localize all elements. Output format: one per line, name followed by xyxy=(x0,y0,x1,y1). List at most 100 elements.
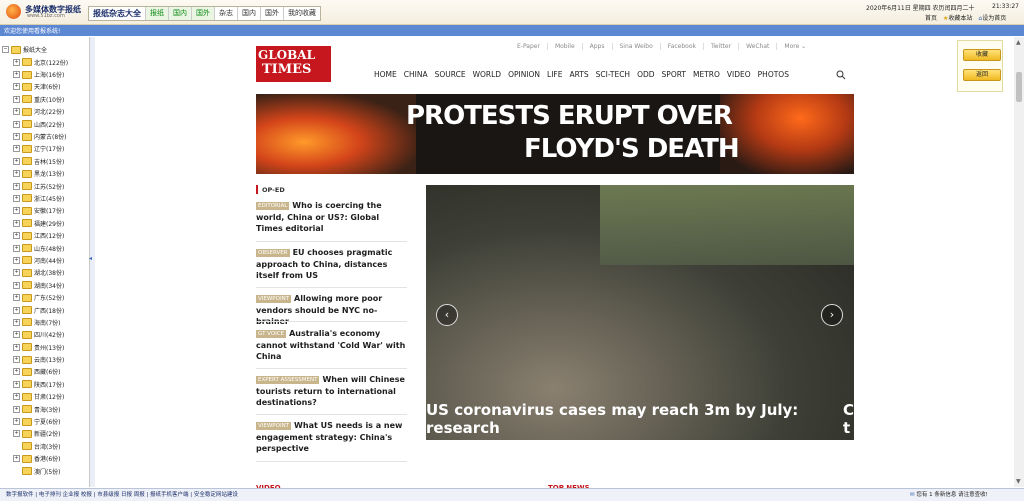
sidebar-item[interactable]: + 辽宁(17份) xyxy=(13,143,68,155)
sidebar-item[interactable]: + 西藏(6份) xyxy=(13,366,68,378)
oped-article[interactable]: EXPERT ASSESSMENT When will Chinese touri… xyxy=(256,374,407,409)
expand-icon[interactable]: + xyxy=(13,108,20,116)
sidebar-item[interactable]: + 甘肃(12份) xyxy=(13,391,68,403)
sidebar-item[interactable]: + 内蒙古(8份) xyxy=(13,130,68,142)
message-notice[interactable]: ✉ 您有 1 条新信息 请注意查收! xyxy=(910,490,988,498)
facebook-link[interactable]: Facebook xyxy=(661,43,704,50)
mobile-link[interactable]: Mobile xyxy=(548,43,583,50)
sidebar-item[interactable]: + 江西(12份) xyxy=(13,229,68,241)
sidebar-item[interactable]: + 湖南(34份) xyxy=(13,279,68,291)
sidebar-item[interactable]: + 河南(44份) xyxy=(13,254,68,266)
favorite-site-link[interactable]: ★收藏本站 xyxy=(943,13,972,22)
sidebar-item[interactable]: + 重庆(10份) xyxy=(13,93,68,105)
expand-icon[interactable]: + xyxy=(13,405,20,413)
expand-icon[interactable]: + xyxy=(13,120,20,128)
nav-metro[interactable]: METRO xyxy=(693,70,720,79)
oped-article[interactable]: GT VOICE Australia's economy cannot withs… xyxy=(256,328,407,363)
nav-sci-tech[interactable]: SCI-TECH xyxy=(596,70,630,79)
expand-icon[interactable]: + xyxy=(13,170,20,178)
expand-icon[interactable]: + xyxy=(13,393,20,401)
page-scrollbar[interactable] xyxy=(1014,37,1024,487)
sidebar-item[interactable]: + 河北(22份) xyxy=(13,106,68,118)
tab-my-favorites[interactable]: 我的收藏 xyxy=(284,7,320,20)
nav-source[interactable]: SOURCE xyxy=(435,70,466,79)
expand-icon[interactable]: + xyxy=(13,145,20,153)
sidebar-item[interactable]: + 海南(7份) xyxy=(13,316,68,328)
expand-icon[interactable]: + xyxy=(13,331,20,339)
nav-world[interactable]: WORLD xyxy=(473,70,501,79)
sidebar-item[interactable]: + 天津(6份) xyxy=(13,81,68,93)
sidebar-item[interactable]: + 北京(122份) xyxy=(13,56,68,68)
expand-icon[interactable]: + xyxy=(13,95,20,103)
expand-icon[interactable]: + xyxy=(13,157,20,165)
sidebar-item[interactable]: + 山西(22份) xyxy=(13,118,68,130)
sidebar-item[interactable]: + 广西(18份) xyxy=(13,304,68,316)
expand-icon[interactable]: + xyxy=(13,269,20,277)
expand-icon[interactable]: + xyxy=(13,207,20,215)
sidebar-item[interactable]: +台湾(3份) xyxy=(13,440,68,452)
carousel-prev-icon[interactable]: ‹ xyxy=(436,304,458,326)
sidebar-item[interactable]: + 吉林(15份) xyxy=(13,155,68,167)
nav-china[interactable]: CHINA xyxy=(404,70,428,79)
expand-icon[interactable]: + xyxy=(13,71,20,79)
expand-icon[interactable]: + xyxy=(13,356,20,364)
nav-life[interactable]: LIFE xyxy=(547,70,562,79)
oped-article[interactable]: VIEWPOINT What US needs is a new engageme… xyxy=(256,420,407,455)
expand-icon[interactable]: + xyxy=(13,133,20,141)
tab-newspapers[interactable]: 报纸 xyxy=(146,7,169,20)
sidebar-item[interactable]: + 福建(29份) xyxy=(13,217,68,229)
sidebar-item[interactable]: + 云南(13份) xyxy=(13,353,68,365)
expand-icon[interactable]: + xyxy=(13,455,20,463)
apps-link[interactable]: Apps xyxy=(583,43,613,50)
sidebar-item[interactable]: + 宁夏(6份) xyxy=(13,415,68,427)
expand-icon[interactable]: + xyxy=(13,58,20,66)
sidebar-item[interactable]: + 广东(52份) xyxy=(13,291,68,303)
expand-icon[interactable]: + xyxy=(13,219,20,227)
tab-newspapers-foreign[interactable]: 国外 xyxy=(192,7,215,20)
sidebar-item[interactable]: + 香港(6份) xyxy=(13,453,68,465)
nav-home[interactable]: HOME xyxy=(374,70,397,79)
sidebar-item[interactable]: + 浙江(45份) xyxy=(13,192,68,204)
oped-article[interactable]: EDITORIAL Who is coercing the world, Chin… xyxy=(256,200,407,235)
favorite-button[interactable]: 收藏 xyxy=(963,49,1001,61)
epaper-link[interactable]: E-Paper xyxy=(517,43,548,50)
expand-icon[interactable]: + xyxy=(13,83,20,91)
expand-icon[interactable]: + xyxy=(13,368,20,376)
carousel-next-icon[interactable]: › xyxy=(821,304,843,326)
tab-magazines[interactable]: 杂志 xyxy=(215,7,238,20)
sidebar-item[interactable]: + 四川(42份) xyxy=(13,329,68,341)
sidebar-item[interactable]: + 江苏(52份) xyxy=(13,180,68,192)
expand-icon[interactable]: + xyxy=(13,256,20,264)
expand-icon[interactable]: + xyxy=(13,380,20,388)
weibo-link[interactable]: Sina Weibo xyxy=(613,43,661,50)
tree-root[interactable]: − 报纸大全 xyxy=(2,45,47,54)
expand-icon[interactable]: + xyxy=(13,182,20,190)
home-link[interactable]: 首页 xyxy=(925,13,937,22)
expand-icon[interactable]: + xyxy=(13,232,20,240)
sidebar-item[interactable]: + 黑龙(13份) xyxy=(13,168,68,180)
wechat-link[interactable]: WeChat xyxy=(739,43,778,50)
status-links[interactable]: 数字报软件 | 电子排刊 企业报 校报 | 市县级报 日报 周报 | 报纸手机客… xyxy=(6,490,238,498)
sidebar-item[interactable]: + 安徽(17份) xyxy=(13,205,68,217)
tab-all-newspapers[interactable]: 报纸杂志大全 xyxy=(89,7,146,20)
sidebar-item[interactable]: + 湖北(38份) xyxy=(13,267,68,279)
collapse-icon[interactable]: − xyxy=(2,46,9,53)
sidebar-splitter[interactable] xyxy=(89,37,95,487)
nav-opinion[interactable]: OPINION xyxy=(508,70,540,79)
sidebar-item[interactable]: + 陕西(17份) xyxy=(13,378,68,390)
sidebar-item[interactable]: +澳门(5份) xyxy=(13,465,68,477)
scroll-down-icon[interactable]: ▼ xyxy=(1016,478,1021,485)
sidebar-item[interactable]: + 贵州(13份) xyxy=(13,341,68,353)
expand-icon[interactable]: + xyxy=(13,306,20,314)
tab-magazines-domestic[interactable]: 国内 xyxy=(238,7,261,20)
nav-sport[interactable]: SPORT xyxy=(662,70,686,79)
more-dropdown[interactable]: More ⌄ xyxy=(777,43,813,50)
scroll-thumb[interactable] xyxy=(1016,72,1022,102)
sidebar-item[interactable]: + 青海(3份) xyxy=(13,403,68,415)
oped-article[interactable]: OBSERVER EU chooses pragmatic approach to… xyxy=(256,247,407,282)
search-icon[interactable] xyxy=(836,70,846,80)
nav-odd[interactable]: ODD xyxy=(637,70,654,79)
nav-video[interactable]: VIDEO xyxy=(727,70,751,79)
sidebar-item[interactable]: + 山东(48份) xyxy=(13,242,68,254)
carousel-caption[interactable]: US coronavirus cases may reach 3m by Jul… xyxy=(426,401,798,437)
